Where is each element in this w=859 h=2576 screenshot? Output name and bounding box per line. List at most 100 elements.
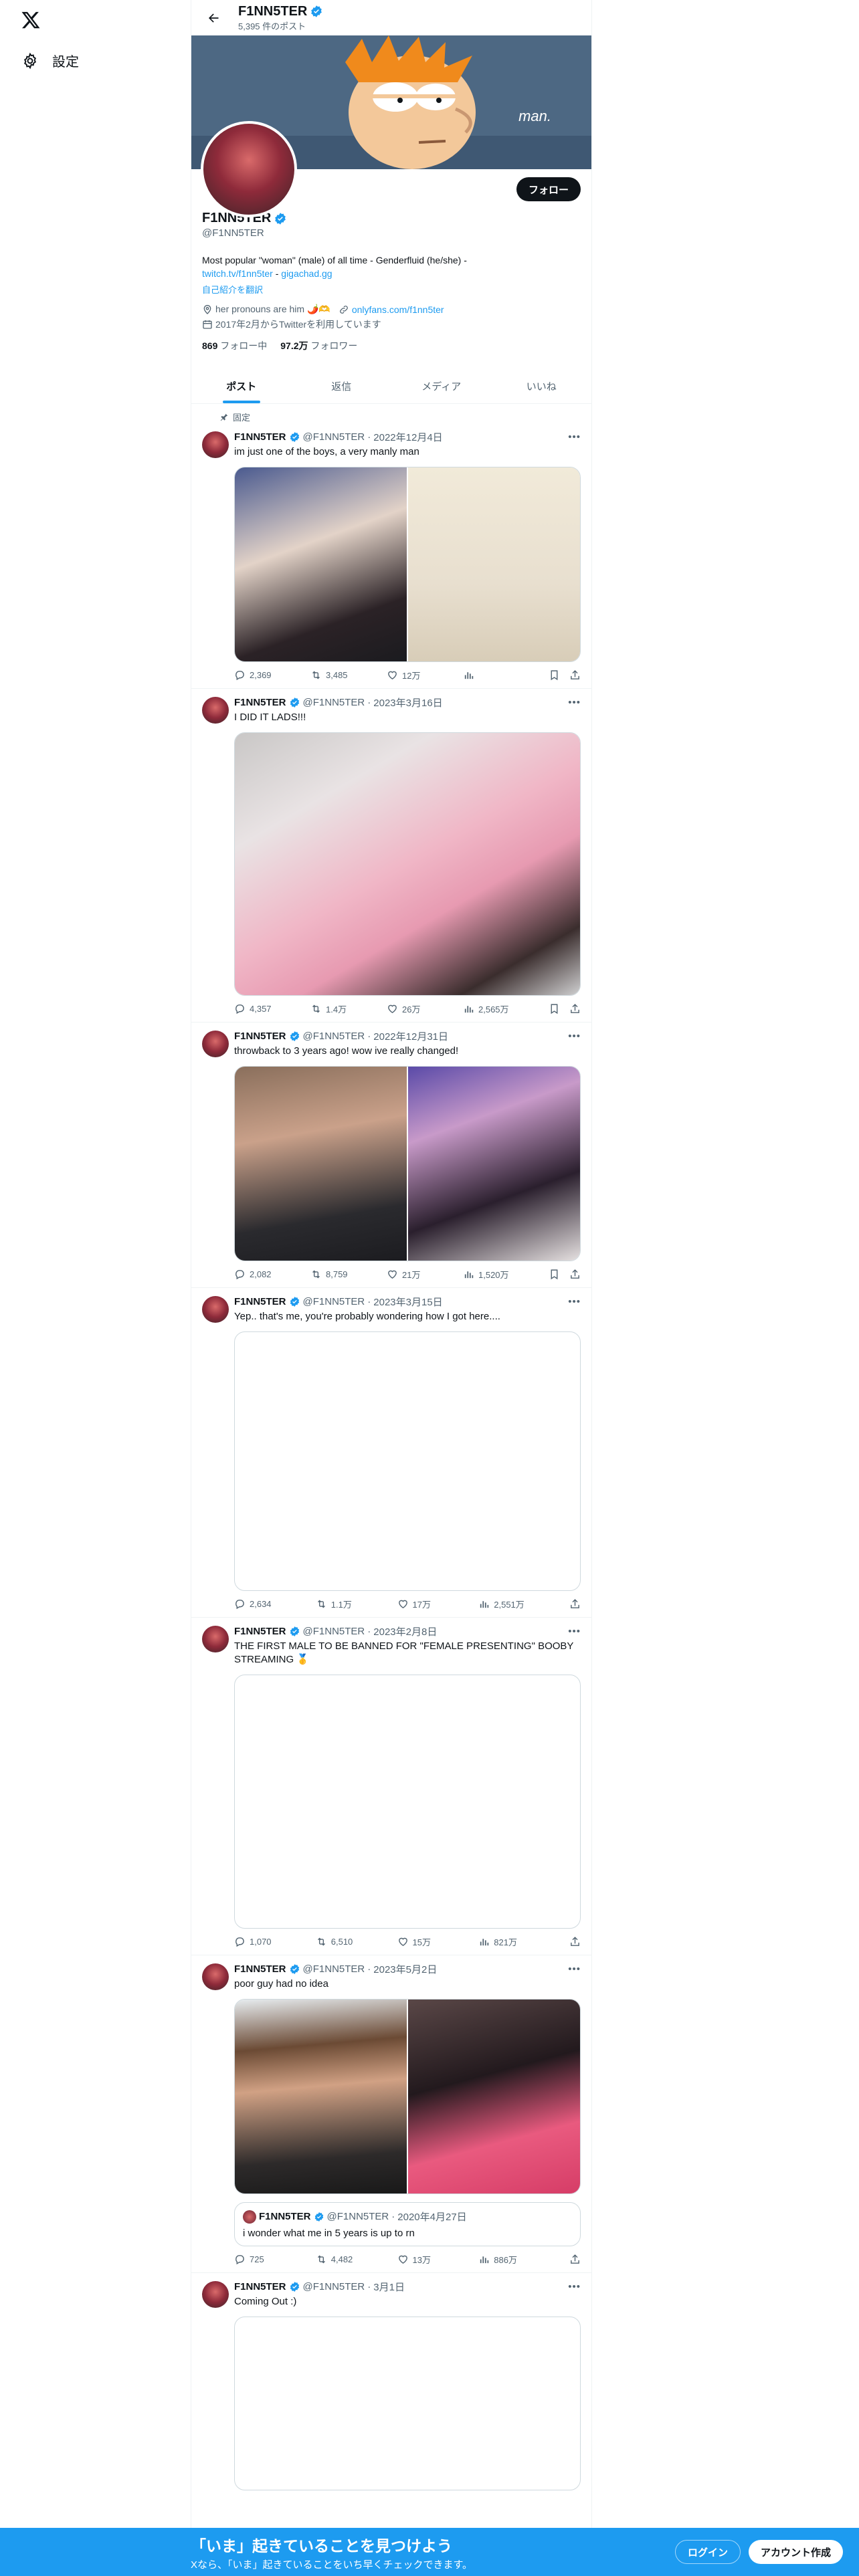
- tweet-avatar[interactable]: [202, 1296, 229, 1323]
- bookmark-button[interactable]: [549, 1003, 560, 1014]
- like-button[interactable]: 26万: [387, 1002, 463, 1015]
- more-options-icon[interactable]: •••: [568, 431, 581, 443]
- settings-nav-link[interactable]: 設定: [16, 45, 84, 76]
- tweet-avatar[interactable]: [202, 431, 229, 458]
- bookmark-button[interactable]: [549, 1269, 560, 1280]
- media-photo[interactable]: [408, 1067, 580, 1261]
- media-photo[interactable]: [408, 467, 580, 661]
- tab-replies[interactable]: 返信: [292, 368, 392, 403]
- like-button[interactable]: 12万: [387, 669, 463, 681]
- more-options-icon[interactable]: •••: [568, 1963, 581, 1975]
- views-button[interactable]: [463, 669, 539, 681]
- like-button[interactable]: 17万: [397, 1598, 479, 1610]
- media-photo[interactable]: [235, 733, 580, 995]
- views-button[interactable]: 886万: [478, 2253, 560, 2266]
- retweet-button[interactable]: 4,482: [316, 2254, 397, 2265]
- retweet-button[interactable]: 3,485: [310, 669, 387, 681]
- media-photo[interactable]: [235, 2000, 407, 2193]
- tweet-avatar[interactable]: [202, 1963, 229, 1990]
- tweet-media[interactable]: [234, 732, 581, 996]
- share-button[interactable]: [569, 1598, 581, 1610]
- retweet-button[interactable]: 1.4万: [310, 1002, 387, 1015]
- media-photo[interactable]: [408, 2000, 580, 2193]
- views-button[interactable]: 2,565万: [463, 1002, 539, 1015]
- tweet-author-name[interactable]: F1NN5TER: [234, 1963, 286, 1975]
- tweet[interactable]: F1NN5TER @F1NN5TER · 2023年3月16日 ••• I DI…: [191, 689, 591, 1023]
- tweet-author-name[interactable]: F1NN5TER: [234, 697, 286, 708]
- share-button[interactable]: [569, 2254, 581, 2265]
- follow-button[interactable]: フォロー: [516, 177, 581, 201]
- tweet[interactable]: F1NN5TER @F1NN5TER · 2022年12月31日 ••• thr…: [191, 1023, 591, 1288]
- x-logo-icon[interactable]: [19, 8, 43, 32]
- reply-button[interactable]: 4,357: [234, 1003, 310, 1014]
- more-options-icon[interactable]: •••: [568, 2281, 581, 2292]
- like-button[interactable]: 21万: [387, 1268, 463, 1281]
- tweet[interactable]: F1NN5TER @F1NN5TER · 2023年3月15日 ••• Yep.…: [191, 1288, 591, 1618]
- more-options-icon[interactable]: •••: [568, 1031, 581, 1042]
- share-button[interactable]: [569, 1003, 581, 1014]
- tweet[interactable]: F1NN5TER @F1NN5TER · 2022年12月4日 ••• im j…: [191, 423, 591, 689]
- profile-avatar[interactable]: [201, 121, 297, 217]
- translate-bio-link[interactable]: 自己紹介を翻訳: [202, 283, 581, 296]
- like-button[interactable]: 13万: [397, 2253, 479, 2266]
- views-button[interactable]: 2,551万: [478, 1598, 560, 1610]
- back-button[interactable]: [202, 7, 225, 29]
- tab-media[interactable]: メディア: [391, 368, 492, 403]
- like-button[interactable]: 15万: [397, 1935, 479, 1948]
- tweet-media-placeholder[interactable]: [234, 1331, 581, 1591]
- create-account-button[interactable]: アカウント作成: [748, 2540, 843, 2564]
- views-button[interactable]: 1,520万: [463, 1268, 539, 1281]
- bookmark-button[interactable]: [549, 669, 560, 681]
- bio-link-gigachad[interactable]: gigachad.gg: [281, 268, 332, 279]
- reply-button[interactable]: 2,634: [234, 1598, 316, 1610]
- tweet-date[interactable]: 2022年12月31日: [373, 1029, 448, 1043]
- media-photo[interactable]: [235, 467, 407, 661]
- tweet-date[interactable]: 2023年3月16日: [373, 695, 442, 710]
- tweet-avatar[interactable]: [202, 697, 229, 724]
- tweet-media-placeholder[interactable]: [234, 1675, 581, 1929]
- tweet-author-name[interactable]: F1NN5TER: [234, 431, 286, 443]
- reply-button[interactable]: 2,082: [234, 1269, 310, 1280]
- tweet-avatar[interactable]: [202, 2281, 229, 2308]
- tweet-date[interactable]: 3月1日: [373, 2280, 405, 2294]
- tab-likes[interactable]: いいね: [492, 368, 592, 403]
- reply-button[interactable]: 725: [234, 2254, 316, 2265]
- more-options-icon[interactable]: •••: [568, 1626, 581, 1637]
- following-stat[interactable]: 869 フォロー中: [202, 339, 267, 352]
- share-button[interactable]: [569, 669, 581, 681]
- more-options-icon[interactable]: •••: [568, 1296, 581, 1307]
- tweet-author-name[interactable]: F1NN5TER: [234, 1296, 286, 1307]
- tweet-date[interactable]: 2023年3月15日: [373, 1295, 442, 1309]
- quoted-tweet[interactable]: F1NN5TER @F1NN5TER · 2020年4月27日 i wonder…: [234, 2202, 581, 2246]
- retweet-button[interactable]: 8,759: [310, 1269, 387, 1280]
- retweet-button[interactable]: 6,510: [316, 1936, 397, 1947]
- tweet-author-name[interactable]: F1NN5TER: [234, 1626, 286, 1637]
- reply-button[interactable]: 2,369: [234, 669, 310, 681]
- tweet-media[interactable]: [234, 467, 581, 662]
- media-photo[interactable]: [235, 1067, 407, 1261]
- tweet-avatar[interactable]: [202, 1031, 229, 1057]
- tweet-avatar[interactable]: [202, 1626, 229, 1652]
- tweet-date[interactable]: 2023年5月2日: [373, 1962, 437, 1976]
- tweet-author-name[interactable]: F1NN5TER: [234, 2281, 286, 2292]
- tweet-media[interactable]: [234, 1066, 581, 1261]
- tweet[interactable]: F1NN5TER @F1NN5TER · 2023年5月2日 ••• poor …: [191, 1955, 591, 2273]
- bio-link-twitch[interactable]: twitch.tv/f1nn5ter: [202, 268, 273, 279]
- tweet-author-name[interactable]: F1NN5TER: [234, 1031, 286, 1042]
- followers-stat[interactable]: 97.2万 フォロワー: [280, 339, 357, 352]
- tab-posts[interactable]: ポスト: [191, 368, 292, 403]
- tweet[interactable]: F1NN5TER @F1NN5TER · 2023年2月8日 ••• THE F…: [191, 1618, 591, 1955]
- share-button[interactable]: [569, 1936, 581, 1947]
- retweet-button[interactable]: 1.1万: [316, 1598, 397, 1610]
- tweet-date[interactable]: 2022年12月4日: [373, 430, 442, 444]
- reply-button[interactable]: 1,070: [234, 1936, 316, 1947]
- tweet-date[interactable]: 2023年2月8日: [373, 1624, 437, 1638]
- tweet-media-placeholder[interactable]: [234, 2317, 581, 2490]
- tweet-media[interactable]: [234, 1999, 581, 2194]
- login-button[interactable]: ログイン: [674, 2540, 741, 2564]
- more-options-icon[interactable]: •••: [568, 697, 581, 708]
- tweet[interactable]: F1NN5TER @F1NN5TER · 3月1日 ••• Coming Out…: [191, 2273, 591, 2497]
- views-button[interactable]: 821万: [478, 1935, 560, 1948]
- share-button[interactable]: [569, 1269, 581, 1280]
- profile-website-link[interactable]: onlyfans.com/f1nn5ter: [352, 304, 444, 315]
